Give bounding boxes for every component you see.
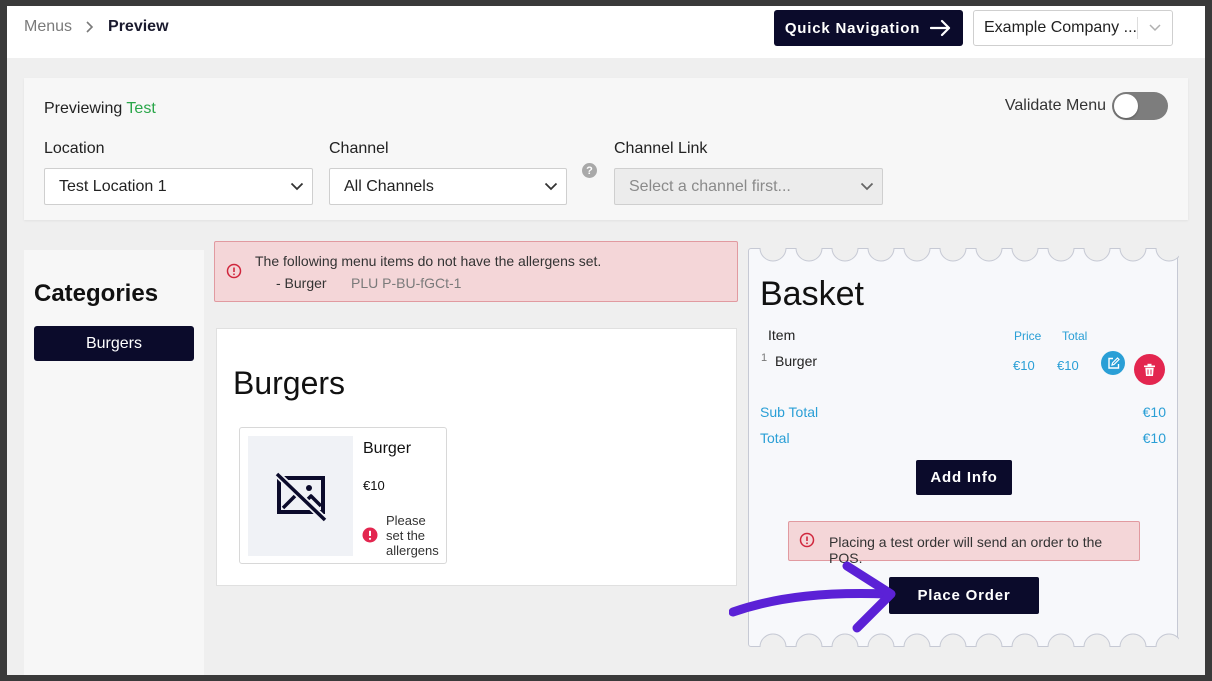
chevron-down-icon [544, 182, 558, 191]
warning-icon [362, 527, 378, 543]
product-name: Burger [363, 440, 412, 457]
channel-label: Channel [329, 140, 389, 157]
allergen-alert-message: The following menu items do not have the… [255, 253, 602, 269]
breadcrumb: Menus Preview [24, 18, 169, 36]
validate-menu-toggle[interactable] [1112, 92, 1168, 120]
app-frame: Menus Preview Quick Navigation Example C… [7, 6, 1205, 675]
add-info-button[interactable]: Add Info [916, 460, 1012, 495]
trash-icon [1143, 363, 1156, 377]
basket-row-total: €10 [1057, 358, 1079, 373]
company-select[interactable]: Example Company ... [973, 10, 1173, 46]
chevron-down-icon [860, 182, 874, 191]
allergen-alert: The following menu items do not have the… [214, 241, 738, 302]
channel-link-placeholder: Select a channel first... [629, 177, 791, 195]
company-select-value: Example Company ... [984, 19, 1137, 36]
quick-navigation-label: Quick Navigation [784, 19, 921, 37]
product-price: €10 [363, 478, 385, 493]
location-select[interactable]: Test Location 1 [44, 168, 313, 205]
channel-link-label: Channel Link [614, 140, 708, 157]
location-select-value: Test Location 1 [59, 177, 167, 195]
allergen-alert-plu: PLU P-BU-fGCt-1 [351, 275, 462, 291]
previewing-menu-name: Test [126, 100, 156, 117]
channel-select-value: All Channels [344, 177, 434, 195]
top-bar: Menus Preview Quick Navigation Example C… [7, 6, 1205, 58]
basket-row-qty: 1 [761, 352, 768, 364]
place-order-button[interactable]: Place Order [889, 577, 1039, 614]
previewing-prefix: Previewing [44, 100, 123, 117]
test-order-warning: Placing a test order will send an order … [788, 521, 1140, 566]
categories-title: Categories [34, 280, 159, 307]
delete-item-button[interactable] [1134, 354, 1165, 385]
annotation-arrow-icon [729, 561, 896, 633]
chevron-down-icon [290, 182, 304, 191]
basket-col-total: Total [1062, 329, 1088, 343]
arrow-right-icon [930, 19, 952, 37]
basket-col-price: Price [1014, 329, 1042, 343]
validate-menu-control: Validate Menu [1005, 92, 1168, 120]
subtotal-value: €10 [1142, 404, 1166, 420]
categories-sidebar: Categories Burgers [24, 250, 204, 675]
basket-col-item: Item [768, 327, 796, 343]
breadcrumb-current: Preview [108, 18, 169, 35]
image-off-icon [248, 436, 353, 556]
allergen-warning-text: Please set the allergens [386, 513, 439, 558]
chevron-right-icon [86, 21, 94, 33]
category-item-burgers[interactable]: Burgers [34, 326, 194, 361]
total-value: €10 [1142, 430, 1166, 446]
breadcrumb-menus-link[interactable]: Menus [24, 18, 72, 36]
ticket-edge-top [759, 248, 1179, 262]
previewing-title: Previewing Test [44, 100, 156, 118]
alert-circle-icon [226, 263, 242, 279]
chevron-down-icon [1138, 24, 1172, 32]
alert-circle-icon [799, 532, 815, 548]
toggle-knob [1114, 94, 1138, 118]
preview-filter-panel: Previewing Test Validate Menu Location T… [24, 78, 1188, 220]
channel-link-select[interactable]: Select a channel first... [614, 168, 883, 205]
quick-navigation-button[interactable]: Quick Navigation [774, 10, 963, 46]
validate-menu-label: Validate Menu [1004, 97, 1106, 114]
edit-item-button[interactable] [1101, 351, 1125, 375]
location-label: Location [44, 140, 105, 157]
basket-row-price: €10 [1013, 358, 1035, 373]
subtotal-label: Sub Total [760, 404, 819, 420]
edit-icon [1107, 356, 1120, 370]
allergen-alert-item: - Burger [276, 275, 327, 291]
menu-section: Burgers Burger €10 Please set the allerg… [216, 328, 737, 586]
menu-section-title: Burgers [233, 365, 346, 401]
basket-row-name: Burger [775, 353, 818, 369]
basket-title: Basket [760, 275, 864, 313]
channel-select[interactable]: All Channels [329, 168, 567, 205]
product-card[interactable]: Burger €10 Please set the allergens [239, 427, 447, 564]
help-icon[interactable]: ? [582, 163, 597, 178]
total-label: Total [760, 430, 790, 446]
